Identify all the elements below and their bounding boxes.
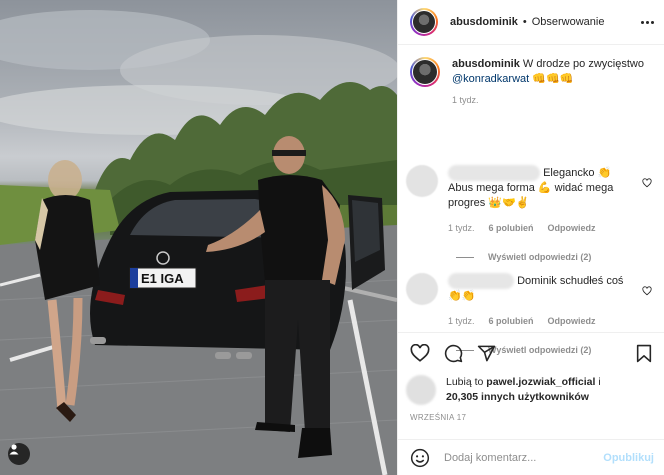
- likes-prefix: Lubią to: [446, 376, 484, 388]
- post-caption: abusdominik W drodze po zwycięstwo @konr…: [410, 57, 652, 108]
- caption-avatar[interactable]: [410, 57, 440, 87]
- heart-icon[interactable]: [410, 344, 430, 362]
- comment-time[interactable]: 1 tydz.: [448, 221, 475, 236]
- comments-section: abusdominik W drodze po zwycięstwo @konr…: [398, 45, 664, 355]
- comment-heart-icon[interactable]: [642, 286, 652, 296]
- post-actions: Lubią to pawel.jozwiak_official i 20,305…: [398, 332, 664, 440]
- comment-text-2: 👏👏: [448, 290, 476, 302]
- tagged-user-icon[interactable]: [8, 443, 30, 465]
- comment-bubble-icon[interactable]: [444, 344, 463, 363]
- commenter-username-blurred[interactable]: [448, 273, 514, 289]
- commenter-avatar[interactable]: [406, 165, 438, 197]
- view-replies-label: Wyświetl odpowiedzi (2): [488, 252, 592, 262]
- more-dots-icon[interactable]: [641, 20, 654, 24]
- liker-username-link[interactable]: pawel.jozwiak_official: [486, 376, 595, 388]
- photo-scene: E1 IGA: [0, 10, 397, 475]
- caption-mention-link[interactable]: @konradkarwat: [452, 73, 529, 85]
- license-plate-text: E1 IGA: [141, 271, 184, 286]
- comment-time[interactable]: 1 tydz.: [448, 314, 475, 329]
- caption-time[interactable]: 1 tydz.: [452, 93, 479, 108]
- caption-text: W drodze po zwycięstwo: [522, 58, 644, 70]
- add-comment-bar: Opublikuj: [398, 439, 664, 475]
- smiley-icon[interactable]: [410, 448, 430, 468]
- paper-plane-icon[interactable]: [477, 344, 496, 363]
- comment-likes[interactable]: 6 polubień: [489, 314, 534, 329]
- caption-username[interactable]: abusdominik: [452, 58, 520, 70]
- comment-item: Elegancko 👏 Abus mega forma 💪 widać mega…: [406, 165, 656, 265]
- view-replies-button[interactable]: Wyświetl odpowiedzi (2): [448, 250, 640, 265]
- likes-count-link[interactable]: 20,305 innych użytkowników: [446, 391, 589, 403]
- comment-reply-button[interactable]: Odpowiedz: [548, 314, 596, 329]
- commenter-username-blurred[interactable]: [448, 165, 540, 181]
- comment-reply-button[interactable]: Odpowiedz: [548, 221, 596, 236]
- comment-text-2: Abus mega forma 💪 widać mega progres 👑🤝✌…: [448, 182, 614, 209]
- separator-dot: •: [522, 16, 527, 28]
- comment-heart-icon[interactable]: [642, 178, 652, 188]
- likes-connector: i: [598, 376, 601, 388]
- liker-avatar[interactable]: [406, 375, 436, 405]
- comment-input[interactable]: [442, 450, 596, 465]
- author-username[interactable]: abusdominik: [450, 16, 518, 28]
- post-header: abusdominik • Obserwowanie: [398, 0, 664, 45]
- comment-likes[interactable]: 6 polubień: [489, 221, 534, 236]
- commenter-avatar[interactable]: [406, 273, 438, 305]
- comment-text-1: Elegancko 👏: [543, 166, 612, 179]
- post-date[interactable]: WRZEŚNIA 17: [410, 413, 652, 422]
- caption-emoji: 👊👊👊: [532, 73, 574, 85]
- likes-summary: Lubią to pawel.jozwiak_official i 20,305…: [406, 375, 652, 405]
- publish-button[interactable]: Opublikuj: [603, 452, 654, 464]
- post-photo[interactable]: E1 IGA: [0, 0, 397, 475]
- post-side-panel: abusdominik • Obserwowanie abusdominik W…: [397, 0, 664, 475]
- follow-status-button[interactable]: Obserwowanie: [532, 16, 605, 28]
- author-avatar[interactable]: [410, 8, 438, 36]
- comment-text-1: Dominik schudłeś coś: [517, 274, 624, 287]
- bookmark-icon[interactable]: [636, 344, 652, 363]
- action-icons-row: [410, 343, 652, 363]
